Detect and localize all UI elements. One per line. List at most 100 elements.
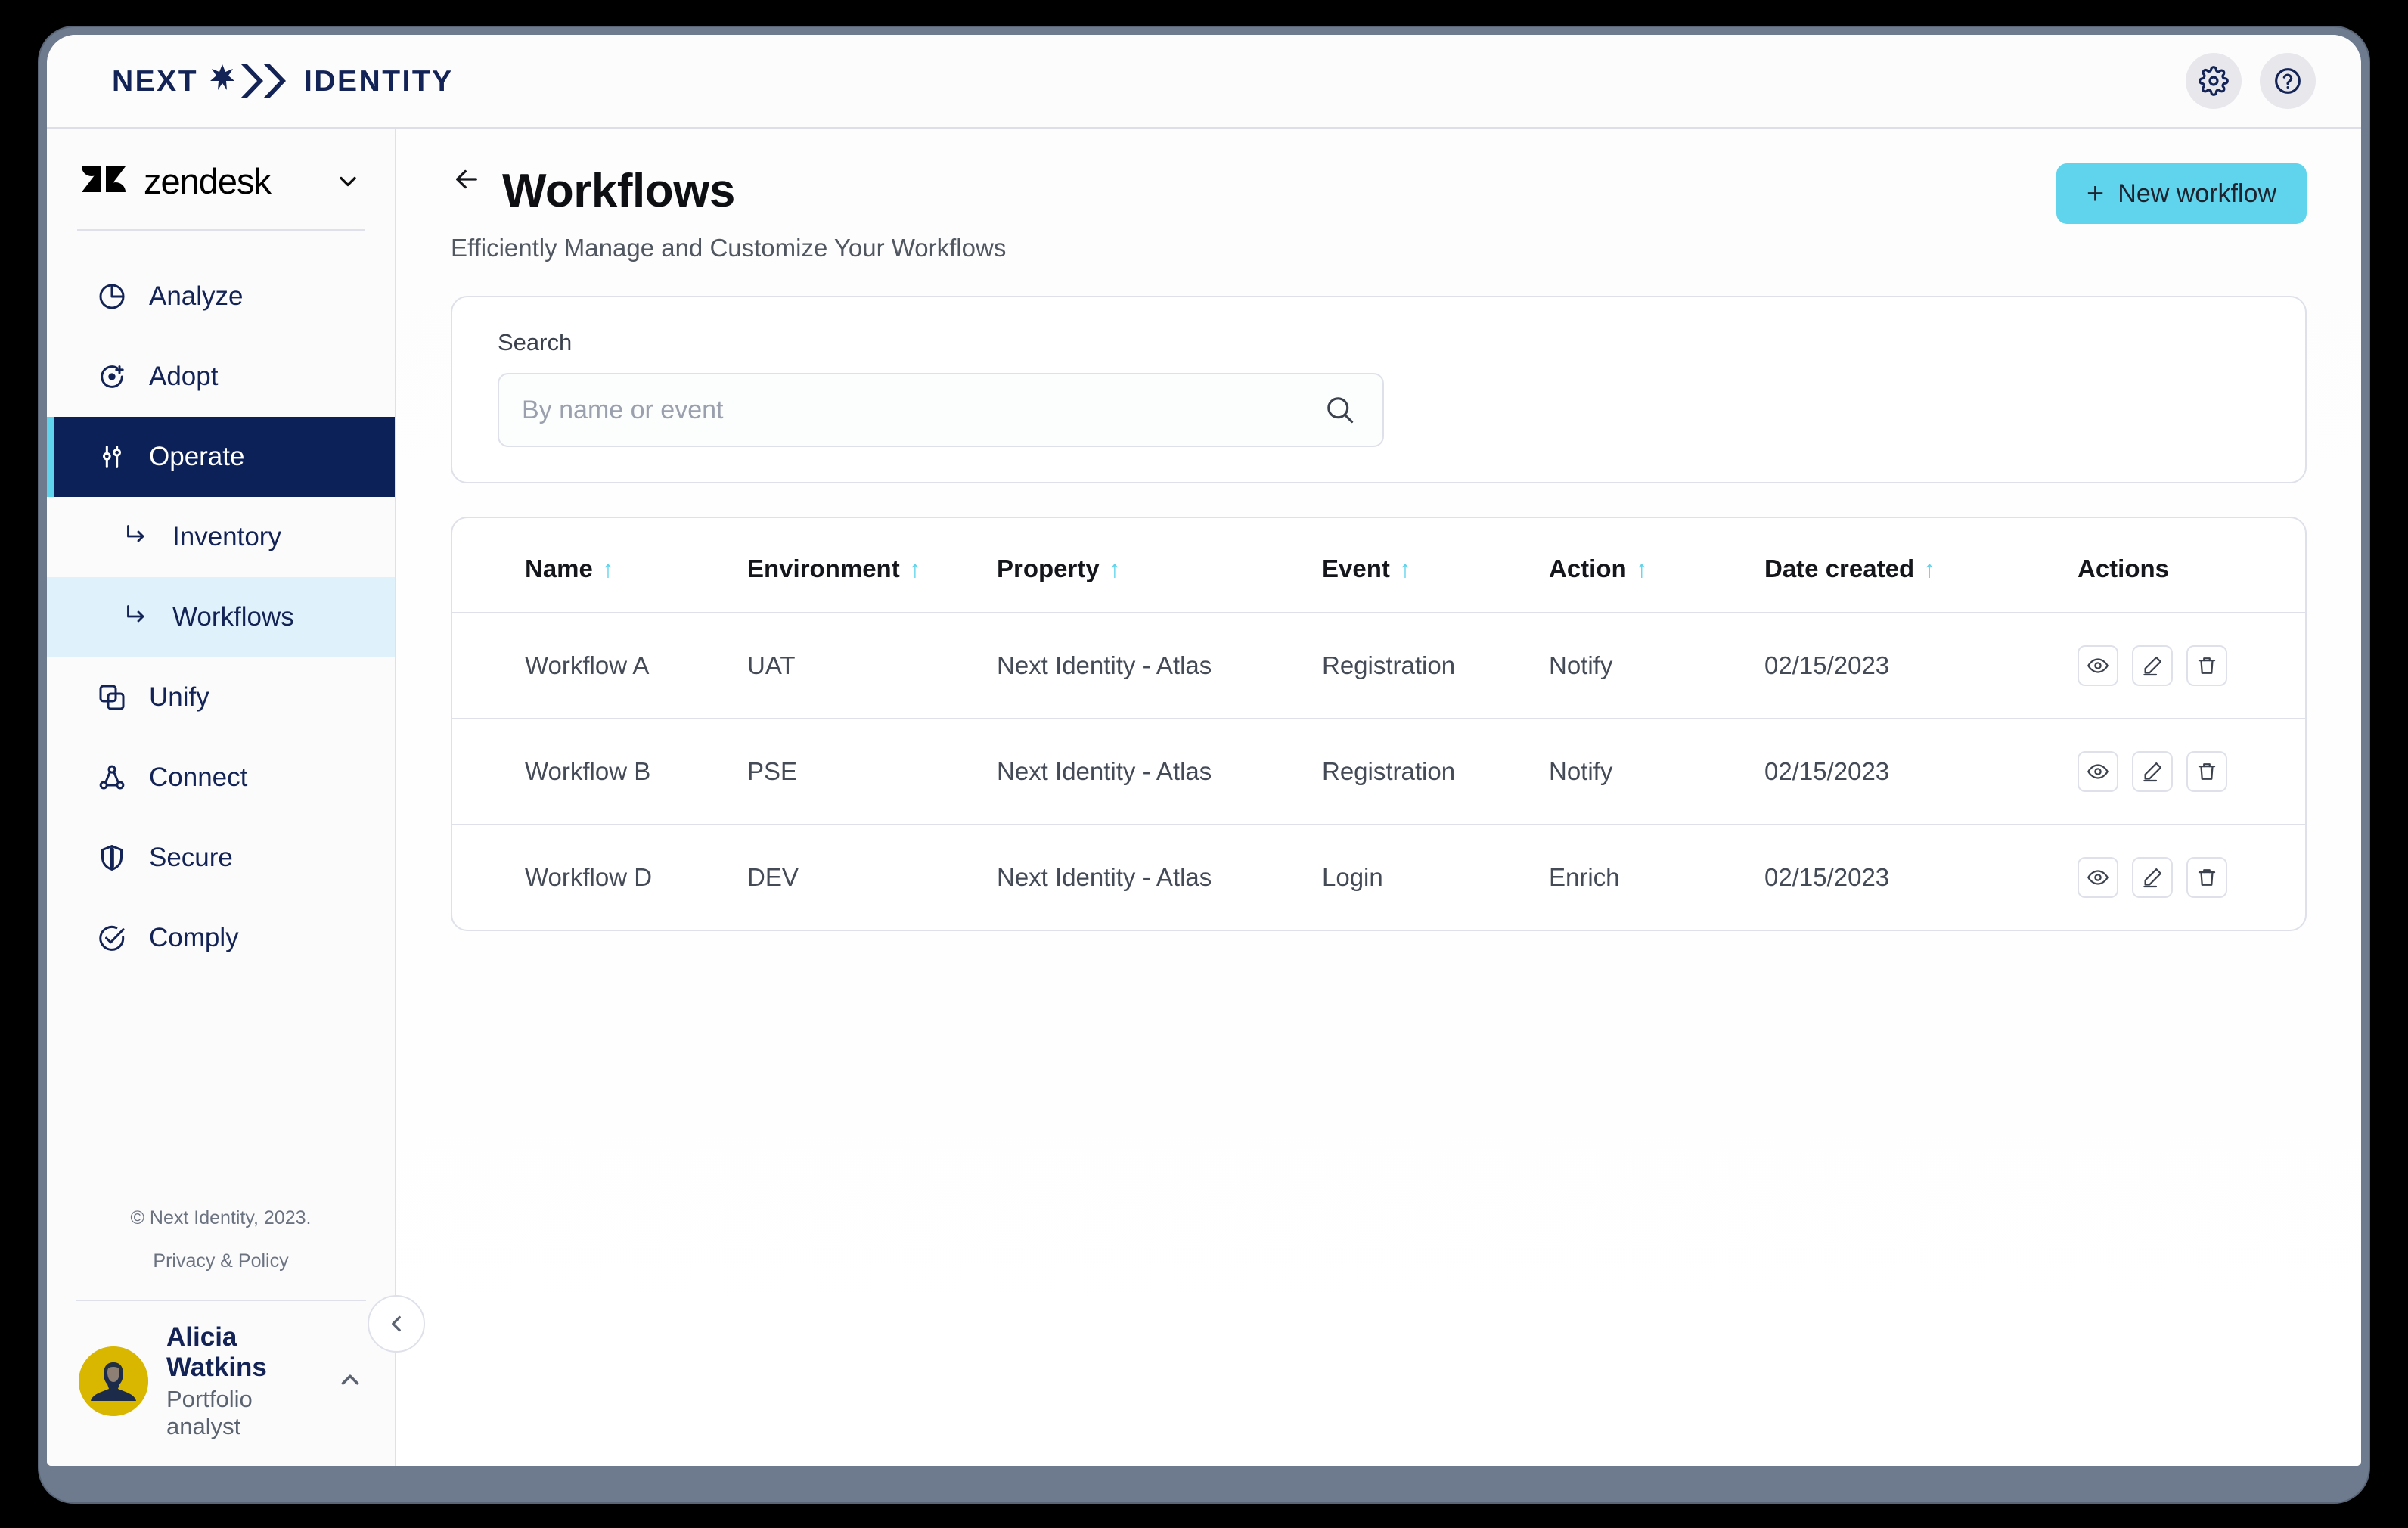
arrow-branch-icon bbox=[123, 520, 150, 554]
sidebar-sub-label: Workflows bbox=[172, 602, 294, 632]
table-header-row: Name↑ Environment ↑ Property ↑ Event ↑ Acti… bbox=[452, 518, 2305, 613]
user-role: Portfolio analyst bbox=[166, 1386, 318, 1440]
cell-action: Notify bbox=[1549, 613, 1764, 719]
eye-icon[interactable] bbox=[2078, 751, 2118, 792]
sidebar-nav: Analyze Adopt Operate bbox=[47, 256, 395, 978]
sidebar-item-label: Comply bbox=[149, 923, 239, 953]
chevron-up-icon[interactable] bbox=[336, 1365, 365, 1398]
workflows-table: Name↑ Environment ↑ Property ↑ Event ↑ Acti… bbox=[452, 518, 2305, 930]
sidebar-item-adopt[interactable]: Adopt bbox=[47, 337, 395, 417]
column-header-name[interactable]: Name↑ bbox=[452, 518, 747, 613]
sort-arrow-icon[interactable]: ↑ bbox=[1399, 555, 1411, 583]
workflows-table-card: Name↑ Environment ↑ Property ↑ Event ↑ Acti… bbox=[451, 517, 2307, 931]
target-plus-icon bbox=[96, 361, 128, 393]
table-body: Workflow A UAT Next Identity - Atlas Reg… bbox=[452, 613, 2305, 930]
pencil-icon[interactable] bbox=[2132, 751, 2173, 792]
sidebar-item-inventory[interactable]: Inventory bbox=[47, 497, 395, 577]
tenant-name: zendesk bbox=[144, 160, 271, 202]
sidebar-item-analyze[interactable]: Analyze bbox=[47, 256, 395, 337]
sidebar-item-connect[interactable]: Connect bbox=[47, 738, 395, 818]
cell-date-created: 02/15/2023 bbox=[1764, 719, 2067, 825]
user-meta: Alicia Watkins Portfolio analyst bbox=[166, 1322, 318, 1440]
sidebar-collapse-button[interactable] bbox=[368, 1295, 425, 1353]
avatar bbox=[79, 1346, 148, 1416]
cell-name: Workflow D bbox=[452, 825, 747, 930]
table-head: Name↑ Environment ↑ Property ↑ Event ↑ Acti… bbox=[452, 518, 2305, 613]
table-row[interactable]: Workflow D DEV Next Identity - Atlas Log… bbox=[452, 825, 2305, 930]
network-icon bbox=[96, 762, 128, 794]
column-header-date-created[interactable]: Date created ↑ bbox=[1764, 518, 2067, 613]
cell-property: Next Identity - Atlas bbox=[997, 825, 1322, 930]
gear-icon[interactable] bbox=[2186, 53, 2242, 109]
column-label: Action bbox=[1549, 554, 1627, 582]
column-header-action[interactable]: Action ↑ bbox=[1549, 518, 1764, 613]
table-row[interactable]: Workflow A UAT Next Identity - Atlas Reg… bbox=[452, 613, 2305, 719]
cell-property: Next Identity - Atlas bbox=[997, 719, 1322, 825]
row-action-group bbox=[2078, 645, 2305, 686]
sidebar-item-operate[interactable]: Operate bbox=[47, 417, 395, 497]
brand-word-left: NEXT bbox=[112, 67, 198, 96]
sidebar: zendesk Analyze bbox=[47, 129, 396, 1466]
sidebar-item-workflows[interactable]: Workflows bbox=[47, 577, 395, 657]
sort-arrow-icon[interactable]: ↑ bbox=[1923, 555, 1935, 583]
sort-arrow-icon[interactable]: ↑ bbox=[1109, 555, 1121, 583]
column-header-event[interactable]: Event ↑ bbox=[1322, 518, 1549, 613]
column-label: Event bbox=[1322, 554, 1390, 582]
copyright-text: © Next Identity, 2023. bbox=[47, 1207, 395, 1229]
column-header-actions: Actions bbox=[2067, 518, 2305, 613]
pie-chart-icon bbox=[96, 281, 128, 312]
tenant-switcher[interactable]: zendesk bbox=[47, 129, 395, 229]
pencil-icon[interactable] bbox=[2132, 645, 2173, 686]
sidebar-item-label: Connect bbox=[149, 762, 247, 793]
layers-icon bbox=[96, 682, 128, 713]
trash-icon[interactable] bbox=[2186, 751, 2227, 792]
search-field[interactable] bbox=[498, 373, 1384, 447]
sidebar-item-comply[interactable]: Comply bbox=[47, 898, 395, 978]
main-content: Workflows Efficiently Manage and Customi… bbox=[396, 129, 2361, 1466]
sort-arrow-icon[interactable]: ↑ bbox=[602, 555, 614, 583]
sidebar-item-unify[interactable]: Unify bbox=[47, 657, 395, 738]
sort-arrow-icon[interactable]: ↑ bbox=[1636, 555, 1648, 583]
column-label: Environment bbox=[747, 554, 900, 582]
sort-arrow-icon[interactable]: ↑ bbox=[909, 555, 921, 583]
search-icon[interactable] bbox=[1323, 393, 1357, 427]
page-header: Workflows Efficiently Manage and Customi… bbox=[451, 129, 2307, 262]
arrow-left-icon[interactable] bbox=[451, 163, 483, 219]
cell-actions bbox=[2067, 613, 2305, 719]
sidebar-item-label: Operate bbox=[149, 442, 244, 472]
cell-event: Registration bbox=[1322, 719, 1549, 825]
sidebar-item-label: Adopt bbox=[149, 362, 218, 392]
sidebar-item-label: Analyze bbox=[149, 281, 244, 312]
trash-icon[interactable] bbox=[2186, 645, 2227, 686]
column-header-property[interactable]: Property ↑ bbox=[997, 518, 1322, 613]
cell-date-created: 02/15/2023 bbox=[1764, 825, 2067, 930]
new-workflow-button[interactable]: + New workflow bbox=[2056, 163, 2307, 224]
sidebar-legal: © Next Identity, 2023. Privacy & Policy bbox=[47, 1207, 395, 1289]
pencil-icon[interactable] bbox=[2132, 857, 2173, 898]
eye-icon[interactable] bbox=[2078, 645, 2118, 686]
sliders-icon bbox=[96, 441, 128, 473]
body-split: zendesk Analyze bbox=[47, 129, 2361, 1466]
zendesk-logo-icon bbox=[80, 156, 127, 207]
cell-name: Workflow A bbox=[452, 613, 747, 719]
brand-word-right: IDENTITY bbox=[304, 67, 454, 96]
device-bezel: NEXT IDENTITY bbox=[39, 27, 2369, 1502]
search-input[interactable] bbox=[522, 396, 1323, 425]
chevron-down-icon[interactable] bbox=[334, 168, 362, 195]
trash-icon[interactable] bbox=[2186, 857, 2227, 898]
brand-logo[interactable]: NEXT IDENTITY bbox=[112, 61, 454, 101]
question-circle-icon[interactable] bbox=[2260, 53, 2316, 109]
eye-icon[interactable] bbox=[2078, 857, 2118, 898]
sidebar-sub-label: Inventory bbox=[172, 522, 281, 552]
privacy-policy-link[interactable]: Privacy & Policy bbox=[47, 1250, 395, 1272]
column-header-environment[interactable]: Environment ↑ bbox=[747, 518, 997, 613]
column-label: Date created bbox=[1764, 554, 1914, 582]
cell-action: Notify bbox=[1549, 719, 1764, 825]
table-row[interactable]: Workflow B PSE Next Identity - Atlas Reg… bbox=[452, 719, 2305, 825]
cell-name: Workflow B bbox=[452, 719, 747, 825]
column-label: Property bbox=[997, 554, 1100, 582]
user-card[interactable]: Alicia Watkins Portfolio analyst bbox=[47, 1301, 395, 1466]
cell-environment: UAT bbox=[747, 613, 997, 719]
cell-property: Next Identity - Atlas bbox=[997, 613, 1322, 719]
sidebar-item-secure[interactable]: Secure bbox=[47, 818, 395, 898]
